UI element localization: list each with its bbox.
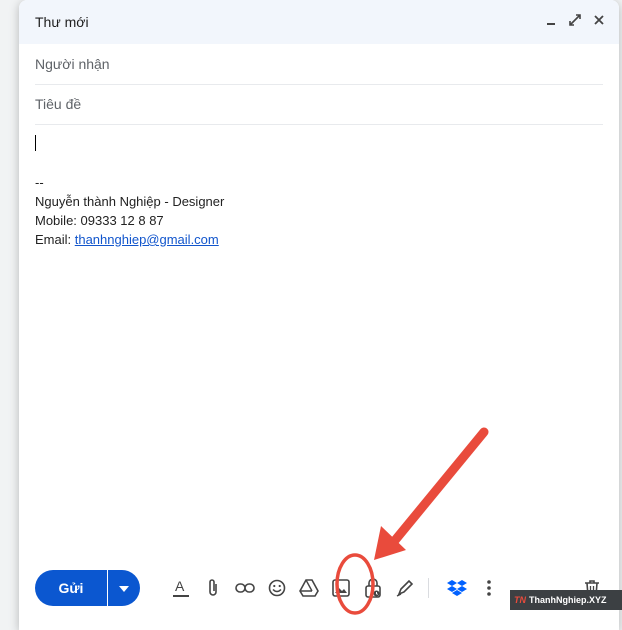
window-controls (543, 12, 607, 28)
send-options-button[interactable] (108, 570, 140, 606)
signature-email-link[interactable]: thanhnghiep@gmail.com (75, 232, 219, 247)
signature-email-prefix: Email: (35, 232, 75, 247)
recipients-placeholder: Người nhận (35, 56, 110, 72)
chevron-down-icon (119, 579, 129, 597)
text-cursor (35, 135, 36, 151)
image-icon[interactable] (330, 577, 352, 599)
compose-window: Thư mới Người nhận Tiêu đề -- Nguyễn thà… (19, 0, 619, 630)
link-icon[interactable] (234, 577, 256, 599)
subject-placeholder: Tiêu đề (35, 96, 82, 112)
recipients-field[interactable]: Người nhận (35, 44, 603, 85)
more-options-icon[interactable] (478, 577, 500, 599)
signature-name: Nguyễn thành Nghiệp - Designer (35, 194, 225, 209)
compose-header: Thư mới (19, 0, 619, 44)
expand-icon[interactable] (567, 12, 583, 28)
format-text-icon[interactable]: A (170, 577, 192, 599)
svg-text:A: A (175, 578, 185, 594)
attach-icon[interactable] (202, 577, 224, 599)
emoji-icon[interactable] (266, 577, 288, 599)
subject-field[interactable]: Tiêu đề (35, 84, 603, 125)
minimize-icon[interactable] (543, 12, 559, 28)
send-button[interactable]: Gửi (35, 570, 107, 606)
drive-icon[interactable] (298, 577, 320, 599)
message-body[interactable]: -- Nguyễn thành Nghiệp - Designer Mobile… (35, 130, 603, 249)
compose-title: Thư mới (35, 14, 89, 30)
watermark-logo: TN (514, 595, 526, 605)
watermark: TN ThanhNghiep.XYZ (510, 590, 622, 610)
signature-email-line: Email: thanhnghiep@gmail.com (35, 230, 603, 249)
toolbar-divider (428, 578, 429, 598)
signature-mobile: Mobile: 09333 12 8 87 (35, 213, 164, 228)
close-icon[interactable] (591, 12, 607, 28)
signature-separator: -- (35, 175, 44, 190)
watermark-text: ThanhNghiep.XYZ (529, 595, 607, 605)
confidential-lock-icon[interactable] (362, 577, 384, 599)
dropbox-icon[interactable] (446, 577, 468, 599)
signature-pen-icon[interactable] (394, 577, 416, 599)
